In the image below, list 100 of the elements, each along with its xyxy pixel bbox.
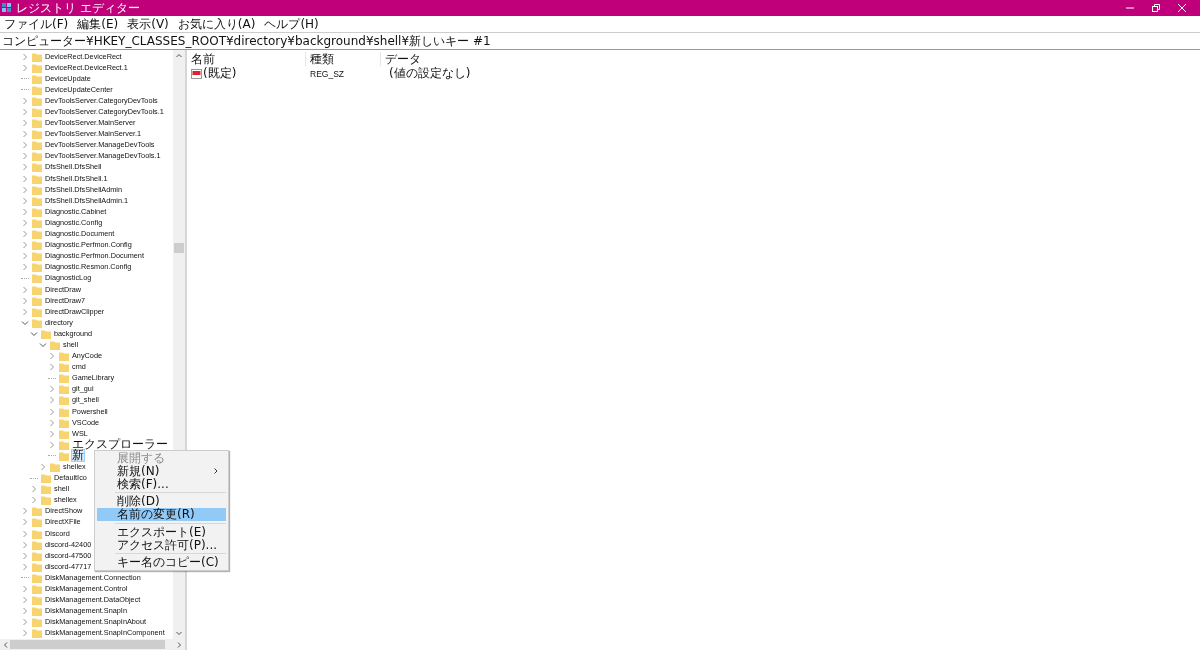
scroll-down-icon[interactable] (175, 629, 183, 637)
registry-icon (2, 3, 12, 13)
scroll-left-icon[interactable] (2, 640, 10, 649)
chevron-icon[interactable] (30, 329, 38, 338)
folder-icon (32, 73, 42, 84)
horizontal-scrollbar[interactable] (0, 639, 185, 650)
chevron-icon[interactable] (48, 352, 56, 361)
chevron-icon[interactable] (48, 396, 56, 405)
folder-icon (32, 184, 42, 195)
menu-item[interactable]: 新規(N) (97, 464, 226, 478)
column-header[interactable]: 種類 (306, 51, 381, 66)
chevron-icon[interactable] (48, 429, 56, 438)
column-header[interactable]: 名前 (187, 51, 306, 66)
chevron-icon[interactable] (21, 141, 29, 150)
menu-item[interactable]: アクセス許可(P)... (97, 538, 226, 552)
chevron-icon[interactable] (21, 230, 29, 239)
folder-icon (59, 406, 69, 417)
address-bar[interactable]: コンピューター¥HKEY_CLASSES_ROOT¥directory¥background¥shell¥新しいキー #1 (0, 32, 1200, 50)
chevron-icon[interactable] (21, 307, 29, 316)
chevron-icon[interactable] (48, 407, 56, 416)
chevron-icon[interactable] (21, 163, 29, 172)
chevron-icon[interactable] (30, 496, 38, 505)
chevron-icon[interactable] (21, 607, 29, 616)
chevron-icon[interactable] (21, 63, 29, 72)
chevron-icon[interactable] (21, 119, 29, 128)
chevron-icon[interactable] (21, 174, 29, 183)
menu-item[interactable]: エクスポート(E) (97, 525, 226, 539)
chevron-icon[interactable] (21, 196, 29, 205)
scrollbar-thumb[interactable] (10, 640, 165, 649)
menu-item[interactable]: 表示(V) (127, 17, 169, 31)
folder-icon (41, 484, 51, 495)
chevron-icon[interactable] (21, 296, 29, 305)
menu-item[interactable]: キー名のコピー(C) (97, 556, 226, 569)
folder-icon (32, 251, 42, 262)
chevron-icon[interactable] (21, 218, 29, 227)
value-name[interactable]: (既定) (203, 65, 237, 82)
chevron-icon[interactable] (21, 285, 29, 294)
column-header[interactable]: データ (381, 51, 1200, 66)
close-icon[interactable] (1177, 3, 1187, 13)
menu-item[interactable]: 検索(F)... (97, 477, 226, 491)
folder-icon (59, 417, 69, 428)
folder-icon (32, 528, 42, 539)
menu-item[interactable]: お気に入り(A) (177, 17, 256, 31)
chevron-icon[interactable] (21, 263, 29, 272)
chevron-icon[interactable] (21, 152, 29, 161)
tree-item[interactable]: 新 (71, 449, 85, 463)
folder-icon (32, 550, 42, 561)
folder-icon (32, 206, 42, 217)
folder-icon (32, 217, 42, 228)
chevron-icon[interactable] (48, 418, 56, 427)
chevron-icon[interactable] (21, 241, 29, 250)
chevron-icon[interactable] (39, 341, 47, 349)
chevron-icon[interactable] (21, 507, 29, 516)
folder-icon (32, 262, 42, 273)
chevron-icon[interactable] (21, 551, 29, 560)
chevron-icon[interactable] (21, 52, 29, 61)
window-title: レジストリ エディター (16, 1, 140, 15)
folder-icon (32, 195, 42, 206)
chevron-icon[interactable] (21, 629, 29, 638)
folder-icon (32, 95, 42, 106)
chevron-icon[interactable] (39, 463, 47, 471)
chevron-icon[interactable] (21, 540, 29, 549)
chevron-icon[interactable] (21, 252, 29, 261)
folder-icon (32, 51, 42, 62)
chevron-icon[interactable] (21, 518, 29, 527)
scroll-right-icon[interactable] (175, 640, 183, 649)
chevron-icon[interactable] (21, 96, 29, 105)
folder-icon (32, 129, 42, 140)
folder-icon (32, 107, 42, 117)
chevron-icon[interactable] (21, 318, 29, 327)
folder-icon (32, 229, 42, 240)
chevron-icon[interactable] (21, 108, 29, 116)
chevron-icon[interactable] (21, 130, 29, 139)
folder-icon (59, 362, 69, 373)
chevron-icon[interactable] (48, 440, 56, 449)
menu-item[interactable]: ヘルプ(H) (264, 17, 319, 31)
folder-icon (32, 517, 42, 528)
scroll-up-icon[interactable] (175, 52, 183, 60)
chevron-icon[interactable] (48, 385, 56, 394)
menu-item[interactable]: 編集(E) (77, 17, 119, 31)
menu-item[interactable]: 削除(D) (97, 495, 226, 508)
folder-icon (41, 473, 51, 484)
chevron-icon[interactable] (30, 485, 38, 494)
folder-icon (59, 373, 69, 384)
chevron-icon[interactable] (21, 562, 29, 571)
menu-item[interactable]: 名前の変更(R) (97, 508, 226, 521)
chevron-icon[interactable] (21, 185, 29, 194)
chevron-icon[interactable] (48, 363, 56, 372)
scrollbar-thumb[interactable] (174, 243, 184, 253)
restore-icon[interactable] (1151, 3, 1161, 13)
folder-icon (32, 118, 42, 129)
chevron-icon[interactable] (21, 585, 29, 594)
chevron-icon[interactable] (21, 207, 29, 216)
menu-item[interactable]: ファイル(F) (4, 17, 69, 31)
folder-icon (32, 151, 42, 162)
value-data: (値の設定なし) (388, 65, 472, 82)
chevron-icon[interactable] (21, 529, 29, 538)
folder-icon (50, 462, 60, 472)
chevron-icon[interactable] (21, 596, 29, 605)
chevron-icon[interactable] (21, 618, 29, 627)
